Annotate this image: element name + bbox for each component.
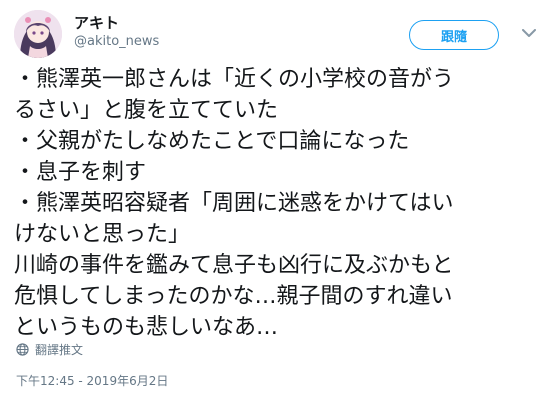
chevron-down-icon[interactable] [518,22,540,44]
tweet-text: ・熊澤英一郎さんは「近くの小学校の音がう るさい」と腹を立てていた ・父親がたし… [14,64,544,343]
tweet-card: アキト @akito_news 跟隨 ・熊澤英一郎さんは「近くの小学校の音がう … [0,0,554,396]
tweet-line: 危惧してしまったのかな…親子間のすれ違い [14,284,453,309]
globe-icon [16,343,29,356]
translate-tweet-link[interactable]: 翻譯推文 [16,341,83,358]
avatar-image [14,10,62,58]
tweet-line: るさい」と腹を立てていた [14,98,279,123]
author-name[interactable]: アキト [74,12,119,33]
follow-button[interactable]: 跟隨 [409,20,499,50]
author-handle[interactable]: @akito_news [74,34,159,49]
tweet-line: ・父親がたしなめたことで口論になった [14,129,410,154]
tweet-line: ・熊澤英昭容疑者「周囲に迷惑をかけてはい [14,191,454,216]
avatar[interactable] [14,10,62,58]
tweet-line: ・息子を刺す [14,160,147,185]
tweet-timestamp[interactable]: 下午12:45 - 2019年6月2日 [16,372,168,389]
tweet-line: というものも悲しいなあ… [14,315,279,340]
tweet-line: けないと思った」 [14,222,191,247]
tweet-line: ・熊澤英一郎さんは「近くの小学校の音がう [14,67,455,92]
translate-label: 翻譯推文 [35,343,84,357]
tweet-line: 川崎の事件を鑑みて息子も凶行に及ぶかもと [14,253,454,278]
